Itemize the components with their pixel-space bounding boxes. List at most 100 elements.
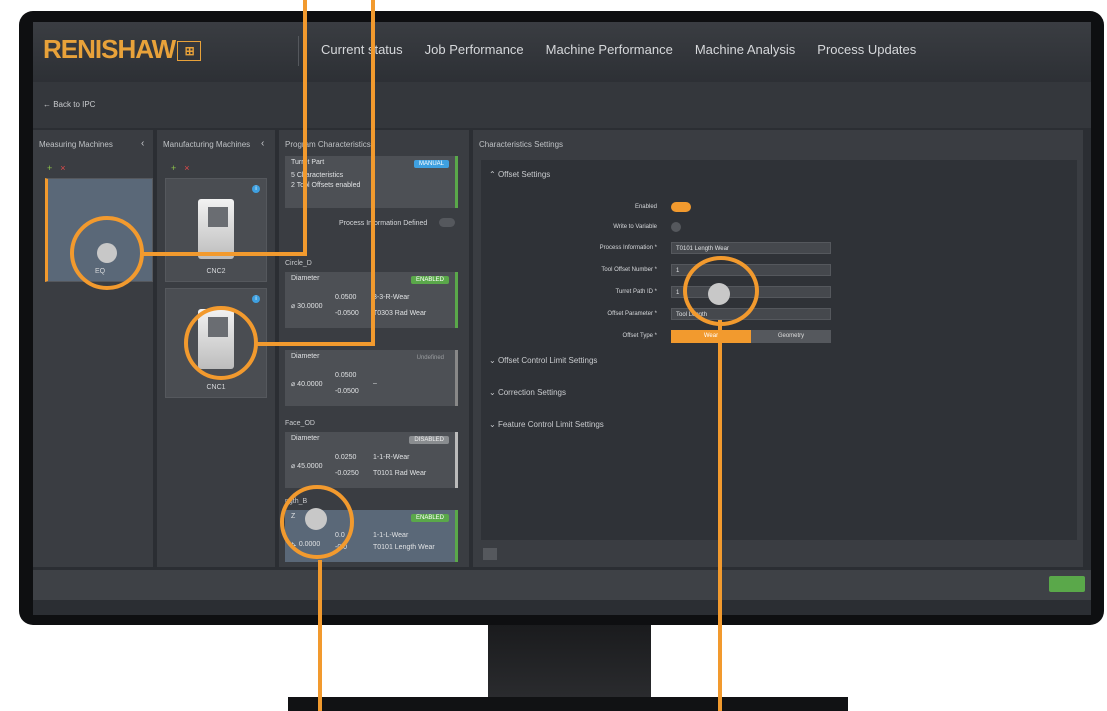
touch-point-icon — [708, 283, 730, 305]
tool-name: T0101 Rad Wear — [373, 470, 427, 477]
enabled-toggle[interactable] — [671, 202, 691, 212]
remove-icon[interactable]: × — [60, 163, 65, 173]
header: RENISHAW ⊞ Current status Job Performance… — [33, 22, 1091, 82]
nominal-value: ⌀ 45.0000 — [291, 463, 323, 470]
section-label: Offset Control Limit Settings — [497, 356, 598, 365]
nominal-text: 40.0000 — [297, 381, 323, 388]
write-variable-toggle[interactable] — [671, 222, 681, 232]
offset-parameter-label: Offset Parameter * — [607, 311, 657, 317]
section-title: Face_OD — [285, 420, 315, 427]
upper-tol: 0.0250 — [335, 454, 357, 461]
upper-tol: 0.0500 — [335, 372, 357, 379]
status-badge: DISABLED — [409, 436, 449, 444]
offset-type-geometry[interactable]: Geometry — [751, 330, 831, 343]
tool-name: T0101 Length Wear — [373, 544, 435, 551]
part-offsets: 2 Tool Offsets enabled — [291, 182, 361, 189]
monitor-stand-neck — [488, 625, 651, 697]
nav-current-status[interactable]: Current status — [321, 42, 403, 57]
machine-label: CNC2 — [206, 268, 226, 275]
callout-line — [371, 0, 375, 346]
tool-offset-label: Tool Offset Number * — [601, 267, 657, 273]
process-info-toggle[interactable] — [439, 218, 455, 227]
touch-point-icon — [97, 243, 117, 263]
main-nav: Current status Job Performance Machine P… — [321, 42, 916, 57]
tool-name: T0303 Rad Wear — [373, 310, 427, 317]
offset-settings-header[interactable]: ⌃ Offset Settings — [489, 170, 550, 179]
add-icon[interactable]: + — [171, 163, 176, 173]
characteristic-card[interactable]: Diameter DISABLED ⌀ 45.0000 0.0250 -0.02… — [285, 432, 458, 488]
turret-path-label: Turret Path ID * — [615, 289, 657, 295]
characteristic-card[interactable]: Diameter Undefined ⌀ 40.0000 0.0500 -0.0… — [285, 350, 458, 406]
offset-type-label: Offset Type * — [622, 333, 657, 339]
info-icon[interactable]: i — [252, 185, 260, 193]
status-badge: ENABLED — [410, 276, 449, 284]
offset-id: – — [373, 380, 377, 387]
offset-id: 3-3-R-Wear — [373, 294, 410, 301]
process-info-field-label: Process Information * — [599, 245, 657, 251]
machine-card-cnc2[interactable]: i CNC2 — [165, 178, 267, 282]
measuring-actions: + × — [47, 158, 66, 176]
lower-tol: -0.0500 — [335, 388, 359, 395]
correction-settings-header[interactable]: ⌄ Correction Settings — [489, 388, 566, 397]
offset-type-wear[interactable]: Wear — [671, 330, 751, 343]
process-info-field[interactable]: T0101 Length Wear — [671, 242, 831, 254]
section-label: Feature Control Limit Settings — [497, 420, 604, 429]
offset-settings-label: Offset Settings — [497, 170, 551, 179]
logo-text: RENISHAW — [43, 34, 176, 64]
nominal-value: ⌀ 40.0000 — [291, 381, 323, 388]
nav-process-updates[interactable]: Process Updates — [817, 42, 916, 57]
offset-control-limit-header[interactable]: ⌄ Offset Control Limit Settings — [489, 356, 597, 365]
touch-point-icon — [305, 508, 327, 530]
callout-line — [143, 252, 307, 256]
nominal-text: 45.0000 — [297, 463, 323, 470]
measuring-machines-panel: Measuring Machines ‹ + × EQ — [33, 130, 153, 567]
process-info-label: Process Information Defined — [339, 220, 428, 227]
logo-mark-icon: ⊞ — [177, 41, 202, 62]
machine-label: CNC1 — [206, 384, 226, 391]
offset-type-segmented: Wear Geometry — [671, 330, 831, 343]
lower-tol: -0.0250 — [335, 470, 359, 477]
nominal-value: ⌀ 30.0000 — [291, 303, 323, 310]
remove-icon[interactable]: × — [184, 163, 189, 173]
manufacturing-title: Manufacturing Machines — [163, 140, 251, 149]
collapse-chevron-icon[interactable]: ‹ — [141, 138, 144, 149]
settings-body: ⌃ Offset Settings Enabled Write to Varia… — [481, 160, 1077, 540]
monitor-stand-base — [288, 697, 848, 711]
add-icon[interactable]: + — [47, 163, 52, 173]
nav-machine-performance[interactable]: Machine Performance — [546, 42, 673, 57]
callout-line — [318, 560, 322, 711]
back-link[interactable]: ← Back to IPC — [43, 100, 95, 109]
footer-bar — [33, 570, 1091, 600]
nav-job-performance[interactable]: Job Performance — [425, 42, 524, 57]
renishaw-logo: RENISHAW ⊞ — [43, 34, 202, 65]
callout-line — [718, 320, 722, 711]
cnc-machine-icon — [198, 199, 234, 259]
nav-machine-analysis[interactable]: Machine Analysis — [695, 42, 795, 57]
highlight-ring — [184, 306, 258, 380]
callout-line — [257, 342, 375, 346]
section-title: Circle_D — [285, 260, 312, 267]
subheader — [33, 82, 1091, 128]
info-icon[interactable]: i — [252, 295, 260, 303]
settings-icon-button[interactable] — [483, 548, 497, 560]
part-characteristics: 5 Characteristics — [291, 172, 344, 179]
lower-tol: -0.0500 — [335, 310, 359, 317]
upper-tol: 0.0500 — [335, 294, 357, 301]
measuring-title: Measuring Machines — [39, 140, 113, 149]
program-title: Program Characteristics — [285, 140, 371, 149]
write-variable-label: Write to Variable — [613, 224, 657, 230]
header-divider — [298, 36, 299, 66]
confirm-button[interactable] — [1049, 576, 1085, 592]
offset-id: 1-1-L-Wear — [373, 532, 409, 539]
offset-id: 1-1-R-Wear — [373, 454, 410, 461]
nominal-text: 30.0000 — [297, 303, 323, 310]
section-label: Correction Settings — [497, 388, 566, 397]
mode-badge: MANUAL — [413, 160, 449, 168]
status-badge: Undefined — [416, 355, 444, 361]
settings-title: Characteristics Settings — [479, 140, 564, 149]
status-badge: ENABLED — [410, 514, 449, 522]
characteristics-settings-panel: Characteristics Settings ⌃ Offset Settin… — [473, 130, 1083, 567]
collapse-chevron-icon[interactable]: ‹ — [261, 138, 264, 149]
manufacturing-actions: + × — [171, 158, 190, 176]
feature-control-limit-header[interactable]: ⌄ Feature Control Limit Settings — [489, 420, 604, 429]
